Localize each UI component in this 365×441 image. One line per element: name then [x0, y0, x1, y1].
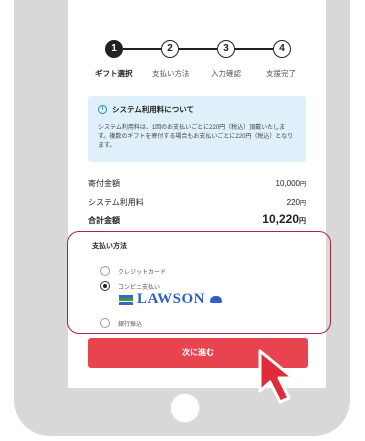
payment-highlight-outline: [67, 231, 331, 334]
currency-unit: 円: [299, 182, 306, 188]
donation-label: 寄付金額: [88, 179, 120, 188]
total-value: 10,220: [262, 212, 299, 226]
step-2-label: 支払い方法: [152, 69, 190, 78]
system-fee-info-box: i システム利用料について システム利用料は、1回のお支払いごとに220円（税込…: [88, 96, 306, 162]
donation-value: 10,000: [275, 179, 300, 188]
cursor-arrow-icon: [258, 349, 295, 404]
step-connector: [235, 48, 273, 50]
step-1-circle: 1: [105, 40, 123, 58]
info-body: システム利用料は、1回のお支払いごとに220円（税込）頂戴いたします。複数のギフ…: [98, 125, 294, 149]
home-button[interactable]: [170, 393, 200, 423]
step-2-circle: 2: [161, 40, 179, 58]
donation-amount-row: 寄付金額 10,000円: [88, 178, 306, 189]
step-1-label: ギフト選択: [95, 69, 133, 78]
step-connector: [123, 48, 161, 50]
step-3-label: 入力確認: [211, 69, 241, 78]
currency-unit: 円: [299, 201, 306, 207]
system-fee-row: システム利用料 220円: [88, 197, 306, 208]
progress-stepper: 1 2 3 4: [68, 40, 326, 58]
system-fee-label: システム利用料: [88, 198, 144, 207]
step-connector: [179, 48, 217, 50]
step-3-circle: 3: [217, 40, 235, 58]
info-icon: i: [98, 105, 107, 114]
step-4-label: 支援完了: [266, 69, 296, 78]
total-amount-row: 合計金額 10,220円: [88, 212, 306, 226]
system-fee-value: 220: [286, 198, 300, 207]
step-4-circle: 4: [273, 40, 291, 58]
total-label: 合計金額: [88, 216, 120, 225]
currency-unit: 円: [299, 218, 306, 225]
info-title: システム利用料について: [112, 105, 195, 114]
